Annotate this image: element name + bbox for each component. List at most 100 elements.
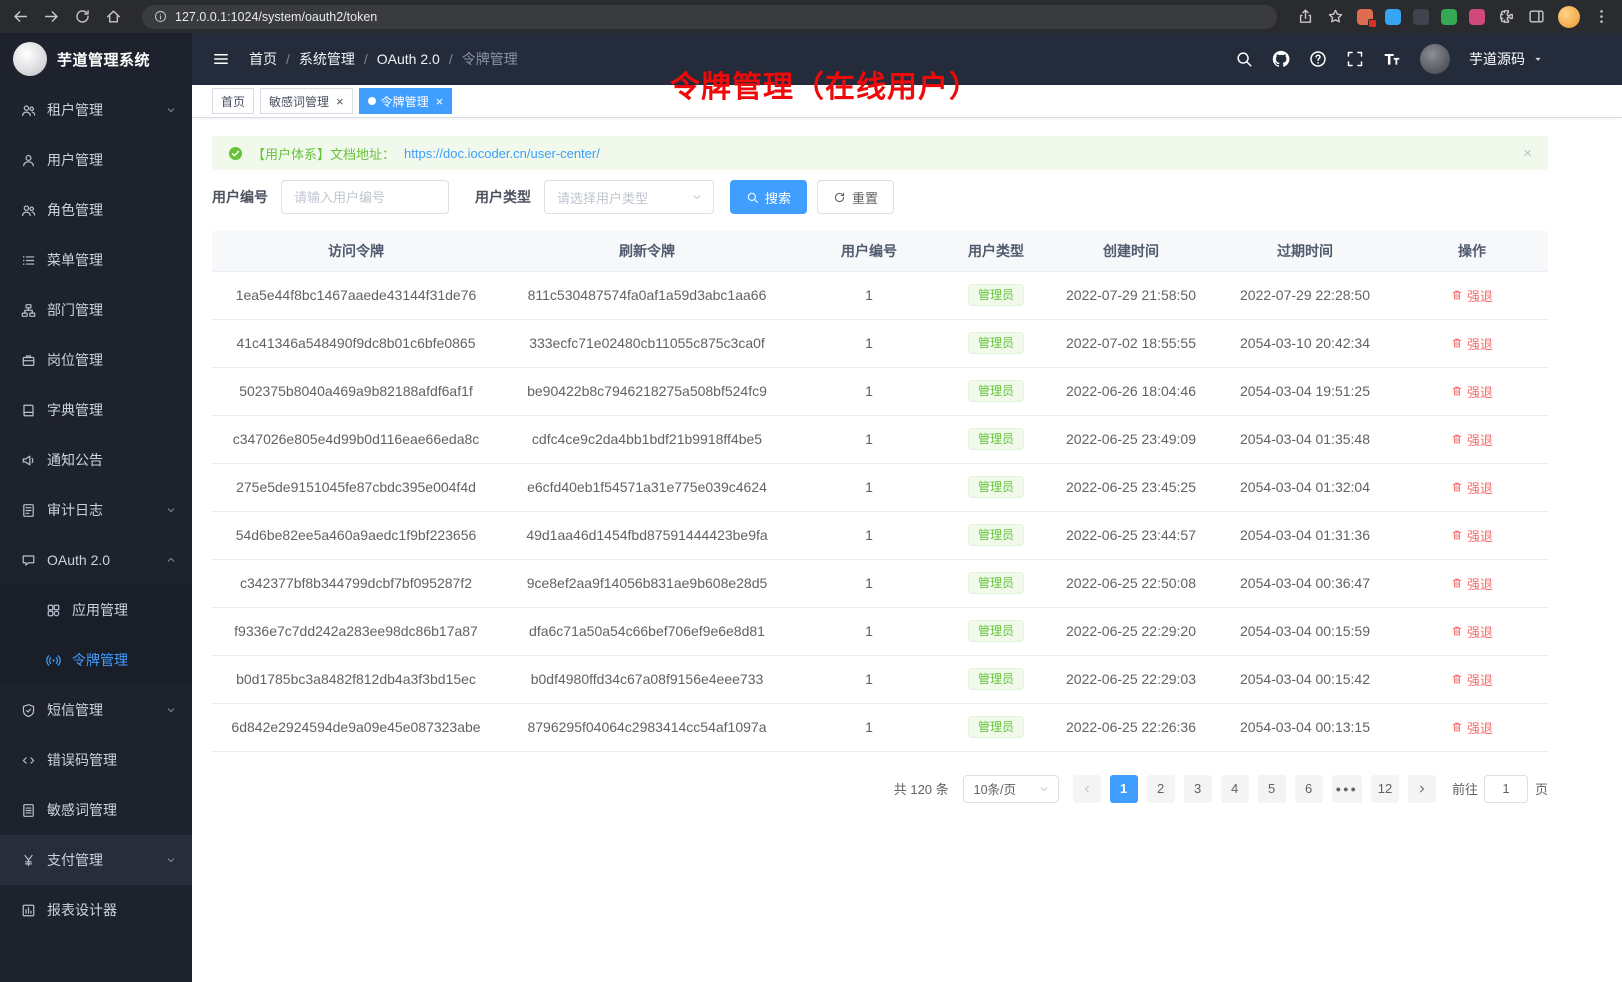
sidebar-item[interactable]: 审计日志 [0, 485, 192, 535]
fullscreen-icon[interactable] [1346, 50, 1364, 68]
delete-icon [1451, 625, 1463, 637]
browser-profile-avatar[interactable] [1558, 6, 1580, 28]
next-page-button[interactable] [1408, 775, 1436, 803]
tab-label: 敏感词管理 [269, 93, 329, 110]
user-id-input[interactable] [281, 180, 449, 214]
sidebar-item[interactable]: 错误码管理 [0, 735, 192, 785]
dept-icon [21, 303, 36, 318]
sidebar-item[interactable]: 短信管理 [0, 685, 192, 735]
page-size-select[interactable]: 10条/页 [963, 775, 1059, 803]
breadcrumb-item[interactable]: 系统管理 [299, 49, 355, 69]
help-icon[interactable] [1309, 50, 1327, 68]
doc-link[interactable]: https://doc.iocoder.cn/user-center/ [404, 146, 600, 161]
table-header-row: 访问令牌刷新令牌用户编号用户类型创建时间过期时间操作 [212, 231, 1548, 271]
force-logout-button[interactable]: 强退 [1451, 718, 1493, 737]
github-icon[interactable] [1272, 50, 1290, 68]
user-type-select[interactable]: 请选择用户类型 [544, 180, 714, 214]
reset-button[interactable]: 重置 [817, 180, 894, 214]
site-info-icon[interactable] [154, 10, 167, 23]
tab-label: 令牌管理 [381, 93, 429, 110]
extensions-puzzle-icon[interactable] [1498, 8, 1515, 25]
sidebar-item[interactable]: 支付管理 [0, 835, 192, 885]
more-pages-button[interactable]: ●●● [1332, 775, 1362, 803]
user-type-cell: 管理员 [944, 319, 1048, 367]
breadcrumb-item[interactable]: 首页 [249, 49, 277, 69]
force-logout-button[interactable]: 强退 [1451, 526, 1493, 545]
content: 【用户体系】文档地址： https://doc.iocoder.cn/user-… [192, 118, 1622, 982]
sidebar-item[interactable]: 租户管理 [0, 85, 192, 135]
sidebar-item[interactable]: 岗位管理 [0, 335, 192, 385]
sidebar-item[interactable]: 角色管理 [0, 185, 192, 235]
table-row: f9336e7c7dd242a283ee98dc86b17a87dfa6c71a… [212, 607, 1548, 655]
sidebar-item[interactable]: 菜单管理 [0, 235, 192, 285]
force-logout-button[interactable]: 强退 [1451, 622, 1493, 641]
address-bar[interactable]: 127.0.0.1:1024/system/oauth2/token [142, 5, 1277, 29]
force-logout-button[interactable]: 强退 [1451, 286, 1493, 305]
table-row: c342377bf8b344799dcbf7bf095287f29ce8ef2a… [212, 559, 1548, 607]
prev-page-button[interactable] [1073, 775, 1101, 803]
tab[interactable]: 首页 [212, 88, 254, 114]
reload-icon[interactable] [74, 8, 91, 25]
browser-menu-dots-icon[interactable] [1593, 8, 1610, 25]
bookmark-star-icon[interactable] [1327, 8, 1344, 25]
user-avatar[interactable] [1420, 44, 1450, 74]
refresh-token-cell: 8796295f04064c2983414cc54af1097a [500, 703, 794, 751]
page-button[interactable]: 5 [1258, 775, 1286, 803]
search-icon[interactable] [1235, 50, 1253, 68]
page-button[interactable]: 3 [1184, 775, 1212, 803]
share-icon[interactable] [1297, 8, 1314, 25]
sidebar-item[interactable]: 用户管理 [0, 135, 192, 185]
extension-icon-4[interactable] [1441, 9, 1457, 25]
sidebar-item[interactable]: 字典管理 [0, 385, 192, 435]
search-button[interactable]: 搜索 [730, 180, 807, 214]
force-logout-button[interactable]: 强退 [1451, 334, 1493, 353]
tab[interactable]: 令牌管理 × [359, 88, 453, 114]
sidebar-item[interactable]: 报表设计器 [0, 885, 192, 935]
user-type-cell: 管理员 [944, 559, 1048, 607]
sidebar-item-label: OAuth 2.0 [47, 552, 110, 568]
sidebar-item[interactable]: 部门管理 [0, 285, 192, 335]
sidebar-item[interactable]: 通知公告 [0, 435, 192, 485]
main-area: 首页/系统管理/OAuth 2.0/令牌管理 芋道源码 令牌管理（在线用户） 首… [192, 33, 1622, 982]
user-type-cell: 管理员 [944, 367, 1048, 415]
breadcrumb-item[interactable]: OAuth 2.0 [377, 51, 440, 67]
chevron-down-icon [691, 191, 703, 203]
sidebar-item[interactable]: 敏感词管理 [0, 785, 192, 835]
force-logout-button[interactable]: 强退 [1451, 430, 1493, 449]
back-icon[interactable] [12, 8, 29, 25]
force-logout-button[interactable]: 强退 [1451, 670, 1493, 689]
goto-page-input[interactable] [1484, 775, 1528, 803]
force-logout-button[interactable]: 强退 [1451, 382, 1493, 401]
sidebar-item-label: 敏感词管理 [47, 800, 117, 820]
page-button[interactable]: 12 [1371, 775, 1399, 803]
page-button[interactable]: 6 [1295, 775, 1323, 803]
tab[interactable]: 敏感词管理 × [260, 88, 353, 114]
pagination-pages: 123456●●●12 [1073, 775, 1436, 803]
page-button[interactable]: 4 [1221, 775, 1249, 803]
page-button[interactable]: 2 [1147, 775, 1175, 803]
page-button[interactable]: 1 [1110, 775, 1138, 803]
sidebar-item-label: 角色管理 [47, 200, 103, 220]
tab-close-icon[interactable]: × [336, 94, 344, 109]
submenu-item[interactable]: 应用管理 [0, 585, 192, 635]
access-token-cell: 41c41346a548490f9dc8b01c6bfe0865 [212, 319, 500, 367]
created-at-cell: 2022-06-25 22:29:20 [1048, 607, 1214, 655]
collapse-menu-icon[interactable] [212, 50, 230, 68]
extension-icon-1[interactable] [1357, 9, 1373, 25]
font-size-icon[interactable] [1383, 50, 1401, 68]
app-logo[interactable]: 芋道管理系统 [0, 33, 192, 85]
submenu-item[interactable]: 令牌管理 [0, 635, 192, 685]
forward-icon[interactable] [43, 8, 60, 25]
home-icon[interactable] [105, 8, 122, 25]
force-logout-button[interactable]: 强退 [1451, 478, 1493, 497]
sidebar-item[interactable]: OAuth 2.0 [0, 535, 192, 585]
table-body: 1ea5e44f8bc1467aaede43144f31de76811c5304… [212, 271, 1548, 751]
extension-icon-3[interactable] [1413, 9, 1429, 25]
side-panel-icon[interactable] [1528, 8, 1545, 25]
force-logout-button[interactable]: 强退 [1451, 574, 1493, 593]
alert-close-icon[interactable]: × [1523, 145, 1532, 162]
tab-close-icon[interactable]: × [436, 94, 444, 109]
extension-icon-2[interactable] [1385, 9, 1401, 25]
user-menu[interactable]: 芋道源码 [1469, 49, 1544, 69]
extension-icon-5[interactable] [1469, 9, 1485, 25]
